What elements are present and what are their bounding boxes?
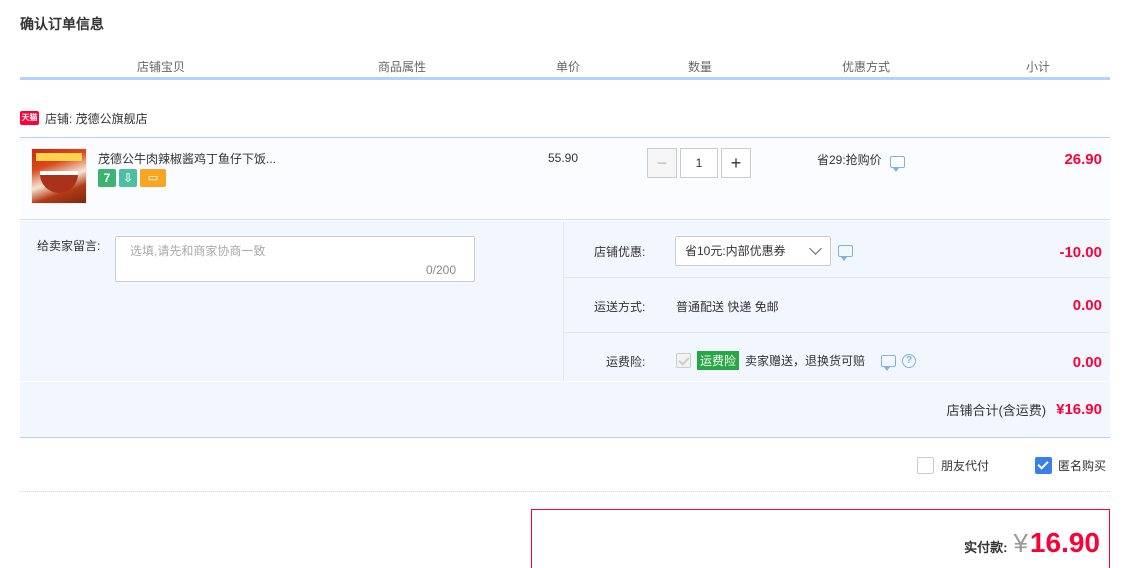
page-title: 确认订单信息 <box>20 16 104 32</box>
insurance-chat-icon[interactable] <box>881 354 897 371</box>
anonymous-checkbox[interactable] <box>1035 457 1052 474</box>
tmall-logo-icon: 天猫 <box>20 111 39 125</box>
insurance-tag: 运费险 <box>697 351 740 370</box>
shop-total-value: ¥16.90 <box>1056 401 1102 418</box>
header-quantity: 数量 <box>634 58 766 80</box>
panel-divider <box>563 221 564 381</box>
thumbnail-banner <box>36 153 82 161</box>
friend-pay-option[interactable]: 朋友代付 <box>917 457 989 474</box>
divider <box>20 491 1110 492</box>
card-payment-icon[interactable]: ▭ <box>140 169 166 187</box>
shop-total-label: 店铺合计(含运费) <box>946 403 1047 418</box>
memo-char-counter: 0/200 <box>426 263 457 277</box>
promotion-text: 省29:抢购价 <box>817 153 882 167</box>
insurance-label: 运费险: <box>606 355 646 369</box>
table-header: 店铺宝贝 商品属性 单价 数量 优惠方式 小计 <box>20 58 1110 80</box>
chevron-down-icon <box>809 242 822 255</box>
payment-amount: 16.90 <box>1029 527 1100 558</box>
row-divider <box>564 332 1110 333</box>
payment-label: 实付款: <box>964 540 1008 555</box>
insurance-checkbox <box>676 353 691 368</box>
coupon-selected-value: 省10元:内部优惠券 <box>685 244 786 258</box>
header-unit-price: 单价 <box>502 58 634 80</box>
shipping-guarantee-icon[interactable]: ⇩ <box>119 169 137 187</box>
memo-label: 给卖家留言: <box>37 239 101 253</box>
coupon-select[interactable]: 省10元:内部优惠券 <box>675 236 831 266</box>
memo-placeholder: 选填,请先和商家协商一致 <box>130 244 266 258</box>
product-title-link[interactable]: 茂德公牛肉辣椒酱鸡丁鱼仔下饭... <box>98 150 276 167</box>
header-promotion: 优惠方式 <box>766 58 966 80</box>
help-icon[interactable]: ? <box>902 353 917 368</box>
payment-total: 实付款: ¥ 16.90 <box>964 527 1100 559</box>
shop-row: 天猫 店铺: 茂德公旗舰店 <box>20 108 148 128</box>
seven-day-return-icon[interactable]: 7 <box>98 169 116 187</box>
quantity-plus-button[interactable]: + <box>721 148 751 178</box>
product-thumbnail[interactable] <box>31 148 87 204</box>
insurance-amount: 0.00 <box>1072 354 1102 371</box>
promotion-info: 省29:抢购价 <box>817 151 905 172</box>
shop-discount-amount: -10.00 <box>1059 244 1102 261</box>
anonymous-option[interactable]: 匿名购买 <box>1035 457 1106 474</box>
thumbnail-bowl <box>40 171 78 193</box>
quantity-minus-button[interactable]: − <box>647 148 677 178</box>
header-shop-items: 店铺宝贝 <box>20 58 302 80</box>
anonymous-label: 匿名购买 <box>1058 459 1107 473</box>
item-subtotal: 26.90 <box>1064 151 1102 168</box>
header-subtotal: 小计 <box>966 58 1110 80</box>
quantity-input[interactable]: 1 <box>680 148 718 178</box>
shop-total: 店铺合计(含运费) ¥16.90 <box>946 400 1102 419</box>
shipping-label: 运送方式: <box>594 300 646 314</box>
shop-discount-label: 店铺优惠: <box>594 245 646 259</box>
coupon-chat-icon[interactable] <box>838 245 853 261</box>
chat-bubble-icon[interactable] <box>889 155 905 172</box>
shop-name-link[interactable]: 店铺: 茂德公旗舰店 <box>45 110 148 127</box>
shipping-method: 普通配送 快递 免邮 <box>676 300 779 314</box>
friend-pay-checkbox[interactable] <box>917 457 934 474</box>
insurance-row: 运费险 卖家赠送，退换货可赔 ? <box>676 351 917 371</box>
friend-pay-label: 朋友代付 <box>941 459 990 473</box>
insurance-text: 卖家赠送，退换货可赔 <box>745 354 866 368</box>
unit-price: 55.90 <box>548 151 579 165</box>
quantity-stepper: − 1 + <box>647 148 751 178</box>
payment-currency: ¥ <box>1013 528 1028 558</box>
header-attributes: 商品属性 <box>302 58 502 80</box>
shipping-amount: 0.00 <box>1072 297 1102 314</box>
service-icons: 7 ⇩ ▭ <box>98 169 166 187</box>
row-divider <box>564 277 1110 278</box>
